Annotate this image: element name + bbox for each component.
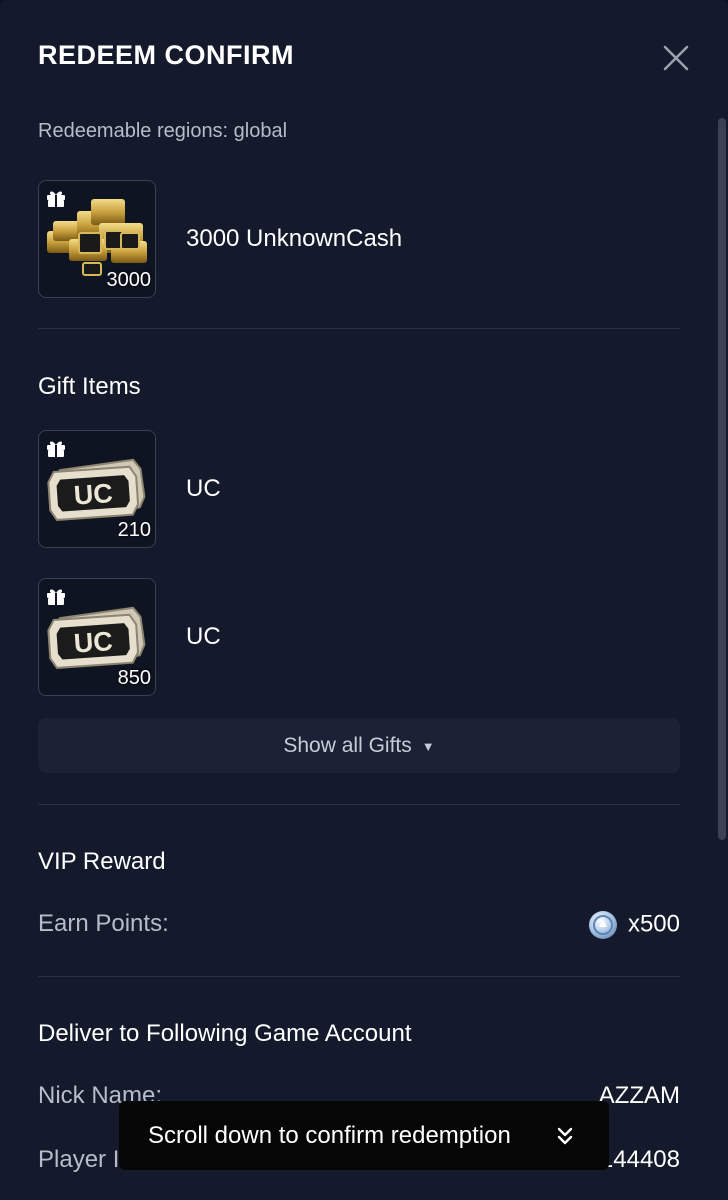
main-item: 3000 3000 UnknownCash [38,180,680,298]
item-name: UC [186,623,221,650]
earn-points-value: x500 [588,910,680,940]
redeemable-regions: Redeemable regions: global [38,120,288,142]
gift-item: UC 850 UC [38,578,680,696]
nick-name-value: AZZAM [598,1082,680,1109]
earn-points-label: Earn Points: [38,910,169,937]
item-name: UC [186,475,221,502]
item-quantity: 850 [117,667,151,689]
caret-down-icon: ▼ [421,738,435,754]
divider [38,328,680,329]
scrollbar[interactable] [718,118,726,840]
divider [38,976,680,977]
deliver-account-title: Deliver to Following Game Account [38,1020,412,1047]
earn-points-amount: x500 [627,910,680,938]
divider [38,804,680,805]
modal-title: REDEEM CONFIRM [38,40,294,70]
item-thumbnail: UC 210 [38,430,156,548]
close-button[interactable] [660,42,692,74]
vip-reward-title: VIP Reward [38,848,166,875]
scroll-hint-text: Scroll down to confirm redemption [148,1122,511,1149]
vip-points-icon [588,911,617,939]
gift-items-title: Gift Items [38,373,141,400]
svg-text:UC: UC [73,626,114,659]
double-chevron-down-icon [557,1127,573,1145]
scroll-hint-toast[interactable]: Scroll down to confirm redemption [119,1101,609,1170]
item-thumbnail: 3000 [38,180,156,298]
redeem-confirm-modal: REDEEM CONFIRM Redeemable regions: globa… [0,0,728,1200]
item-quantity: 3000 [106,269,152,291]
gift-icon [47,589,65,605]
item-quantity: 210 [117,519,151,541]
gift-item: UC 210 UC [38,430,680,548]
gift-icon [47,191,65,207]
svg-text:UC: UC [73,478,114,511]
gift-icon [47,441,65,457]
close-icon[interactable] [660,42,692,74]
item-name: 3000 UnknownCash [186,225,403,252]
show-all-gifts-button[interactable]: Show all Gifts ▼ [38,718,680,773]
show-all-gifts-label: Show all Gifts [283,734,412,757]
item-thumbnail: UC 850 [38,578,156,696]
